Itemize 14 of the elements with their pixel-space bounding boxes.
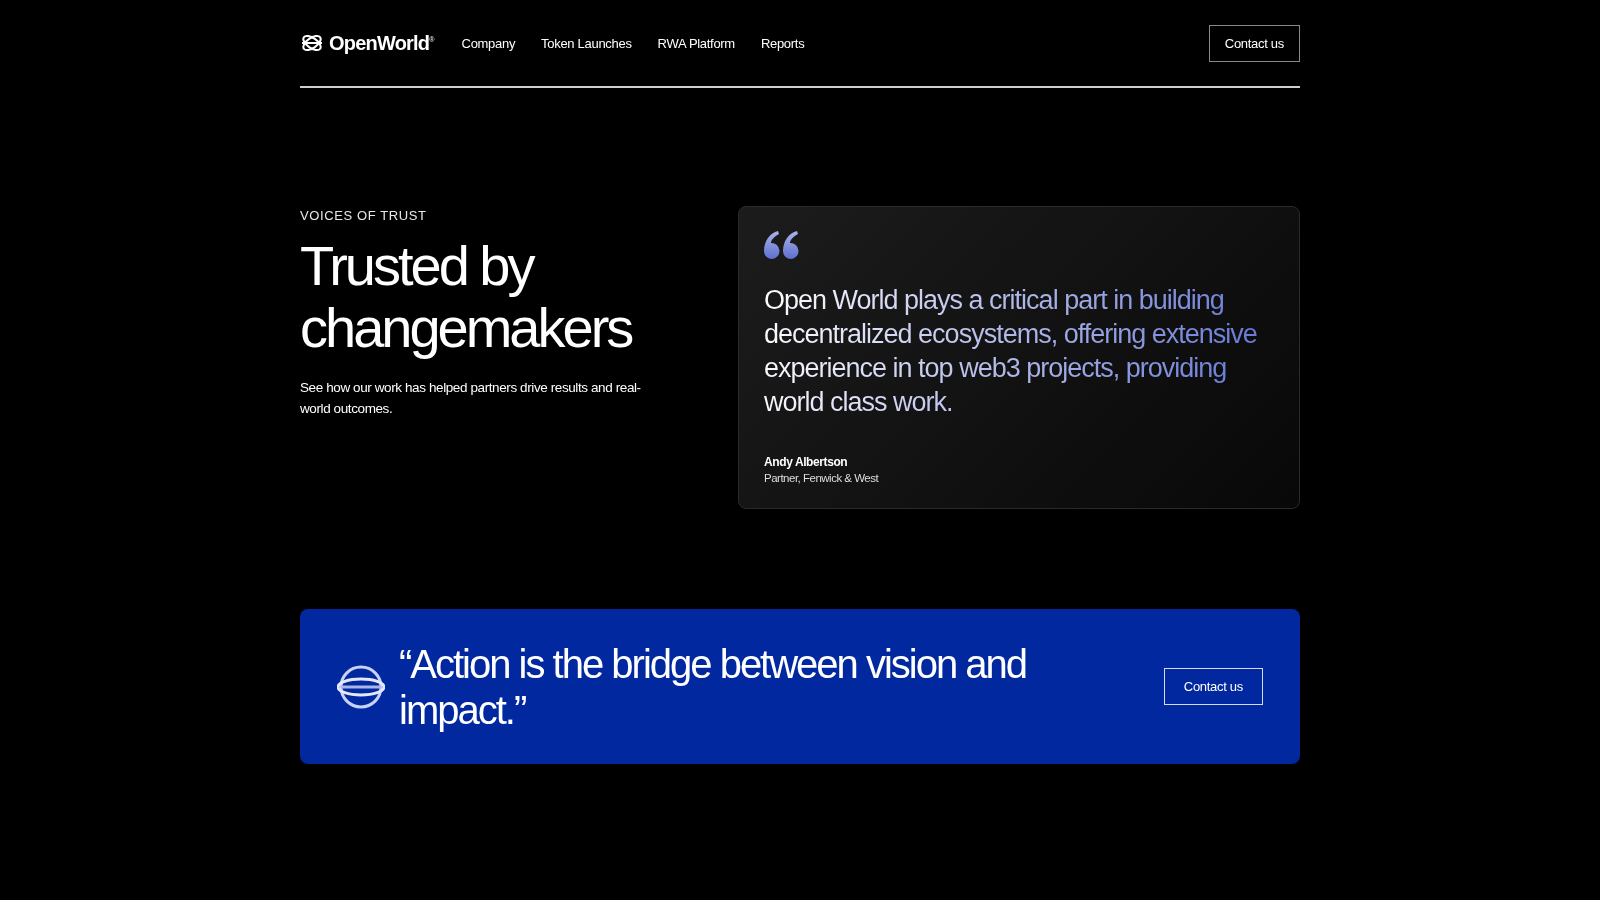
nav-link[interactable]: RWA Platform: [657, 35, 735, 51]
section-eyebrow: VOICES OF TRUST: [300, 208, 428, 223]
logo-wordmark[interactable]: OpenWorld$^{®}$: [329, 31, 434, 55]
quote-icon: [764, 231, 800, 259]
contact-button[interactable]: Contact us: [1163, 668, 1263, 705]
nav-link[interactable]: Reports: [760, 35, 805, 51]
section-description: See how our work has helped partners drive results and real-world outcomes.: [300, 379, 642, 418]
author-name: Andy Albertson: [764, 455, 849, 469]
section-title: Trusted by changemakers: [300, 235, 633, 359]
nav-link[interactable]: Company: [461, 35, 516, 51]
author-role: Partner, Fenwick & West: [764, 472, 880, 484]
contact-button[interactable]: Contact us: [1208, 24, 1300, 62]
nav-link[interactable]: Token Launches: [541, 35, 632, 51]
banner-quote: “Action is the bridge between vision and impact.”: [399, 640, 1028, 733]
